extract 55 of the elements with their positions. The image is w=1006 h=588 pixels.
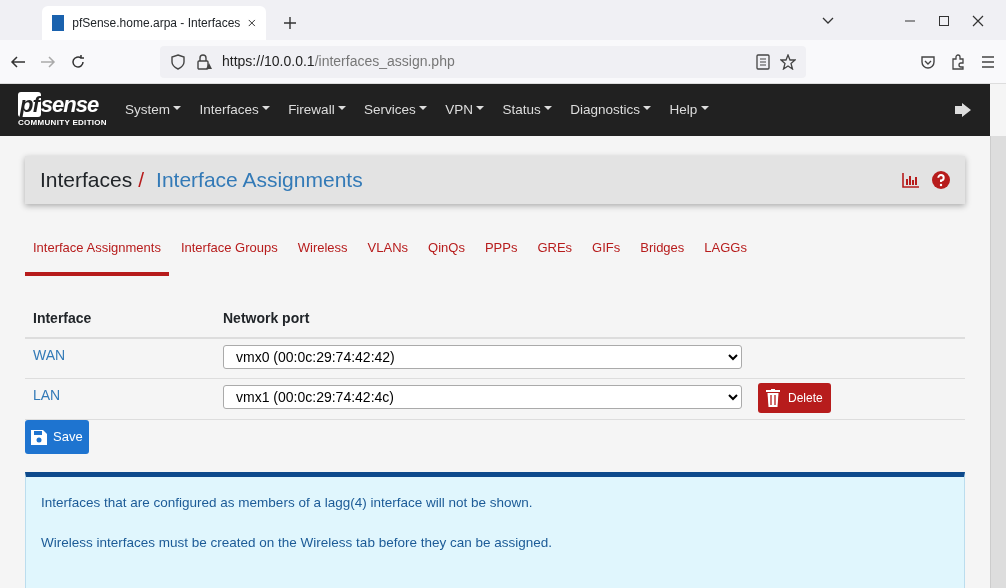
trash-icon: [766, 389, 780, 407]
delete-button[interactable]: Delete: [758, 383, 831, 413]
close-icon[interactable]: [972, 15, 984, 27]
address-bar[interactable]: https://10.0.0.1/interfaces_assign.php: [160, 45, 806, 78]
port-select[interactable]: vmx1 (00:0c:29:74:42:4c): [223, 385, 742, 409]
save-button[interactable]: Save: [25, 420, 89, 454]
pocket-icon[interactable]: [920, 53, 936, 70]
info-text: Interfaces that are configured as members of a lagg(4) interface will not be shown.: [41, 494, 534, 512]
favicon-icon: [52, 15, 65, 31]
nav-menu[interactable]: Interfaces: [199, 99, 271, 121]
help-icon[interactable]: [932, 171, 950, 189]
scrollbar[interactable]: [990, 136, 1006, 588]
reload-icon[interactable]: [70, 53, 86, 70]
nav-menu[interactable]: Services: [364, 99, 428, 121]
breadcrumb-separator: /: [138, 167, 145, 194]
star-icon[interactable]: [780, 53, 796, 70]
tab-title: pfSense.home.arpa - Interfaces: [72, 15, 241, 32]
back-icon[interactable]: [10, 53, 26, 70]
new-tab-icon[interactable]: [284, 17, 296, 29]
interface-link[interactable]: LAN: [33, 387, 61, 403]
close-icon[interactable]: [248, 18, 256, 28]
browser-tab[interactable]: pfSense.home.arpa - Interfaces: [42, 6, 266, 40]
nav-menu[interactable]: VPN: [445, 99, 485, 121]
tab[interactable]: Interface Assignments: [25, 238, 169, 276]
nav-menu[interactable]: Diagnostics: [570, 99, 652, 121]
nav-menu[interactable]: Help: [669, 99, 709, 121]
nav-menu[interactable]: Firewall: [288, 99, 347, 121]
tab[interactable]: Interface Groups: [172, 238, 286, 276]
floppy-icon: [31, 429, 47, 445]
info-text: Wireless interfaces must be created on the Wireless tab before they can be assigned.: [41, 534, 553, 553]
column-header: Interface: [25, 299, 215, 338]
page-title[interactable]: Interface Assignments: [156, 164, 902, 196]
lock-icon: [196, 53, 212, 70]
column-header: Network port: [215, 299, 965, 338]
tab[interactable]: Bridges: [632, 238, 693, 276]
maximize-icon[interactable]: [938, 15, 950, 27]
bar-chart-icon[interactable]: [902, 172, 920, 188]
logout-icon[interactable]: [954, 102, 972, 118]
reader-view-icon[interactable]: [756, 53, 770, 70]
tab[interactable]: GIFs: [584, 238, 629, 276]
nav-menu[interactable]: Status: [502, 99, 553, 121]
tab[interactable]: LAGGs: [696, 238, 755, 276]
tab[interactable]: Wireless: [289, 238, 356, 276]
tab[interactable]: PPPs: [476, 238, 526, 276]
url-text: https://10.0.0.1/interfaces_assign.php: [222, 52, 456, 71]
puzzle-icon[interactable]: [950, 53, 966, 70]
tab[interactable]: VLANs: [359, 238, 417, 276]
tab[interactable]: GREs: [529, 238, 581, 276]
shield-icon: [170, 53, 186, 70]
port-select[interactable]: vmx0 (00:0c:29:74:42:42): [223, 344, 742, 369]
interface-link[interactable]: WAN: [33, 346, 66, 363]
nav-menu[interactable]: System: [124, 99, 182, 121]
tab[interactable]: QinQs: [420, 238, 473, 276]
menu-icon[interactable]: [980, 53, 996, 70]
breadcrumb-parent[interactable]: Interfaces: [40, 164, 133, 196]
